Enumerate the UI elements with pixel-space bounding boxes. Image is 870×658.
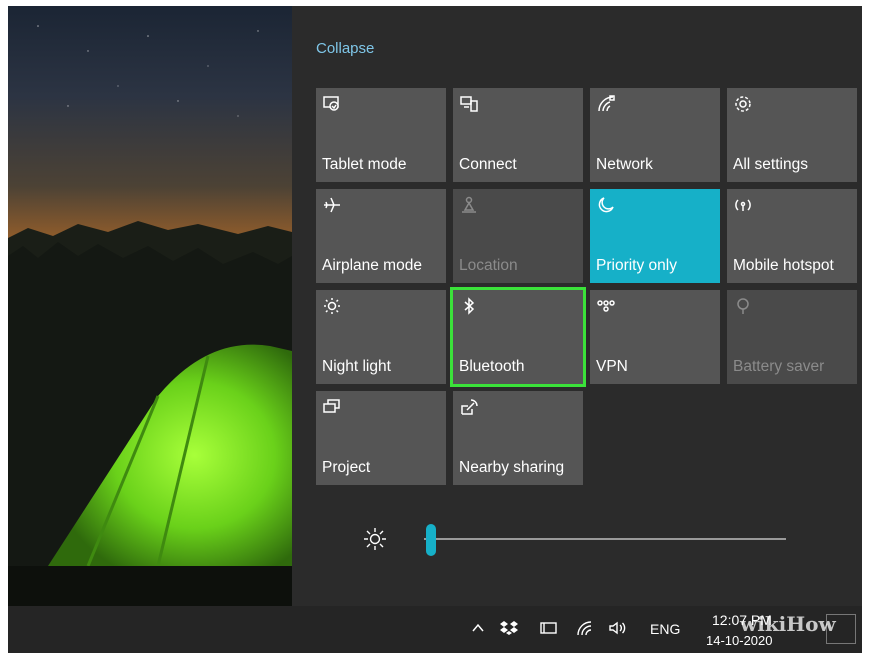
tile-label: Network (596, 156, 653, 173)
brightness-slider-thumb[interactable] (426, 524, 437, 556)
night-light-icon (322, 296, 342, 316)
wifi-icon[interactable] (576, 620, 594, 640)
tile-label: Bluetooth (459, 358, 525, 375)
battery-saver-icon (733, 296, 753, 316)
screenshot-frame: Collapse Tablet mode Connect Network All… (8, 6, 862, 653)
tile-label: Battery saver (733, 358, 825, 375)
tile-label: VPN (596, 358, 628, 375)
tile-airplane-mode[interactable]: Airplane mode (316, 189, 446, 283)
tile-label: Airplane mode (322, 257, 422, 274)
project-icon (322, 397, 342, 417)
connect-icon (459, 94, 479, 114)
tile-project[interactable]: Project (316, 391, 446, 485)
tile-priority-only[interactable]: Priority only (590, 189, 720, 283)
tile-label: Priority only (596, 257, 677, 274)
airplane-icon (322, 195, 342, 215)
moon-icon (596, 195, 616, 215)
language-indicator[interactable]: ENG (650, 620, 680, 638)
tile-nearby-sharing[interactable]: Nearby sharing (453, 391, 583, 485)
tile-mobile-hotspot[interactable]: Mobile hotspot (727, 189, 857, 283)
tile-connect[interactable]: Connect (453, 88, 583, 182)
volume-icon[interactable] (608, 620, 628, 640)
location-icon (459, 195, 479, 215)
tablet-icon[interactable] (540, 620, 558, 640)
gear-icon (733, 94, 753, 114)
nearby-sharing-icon (459, 397, 479, 417)
tablet-mode-icon (322, 94, 342, 114)
tile-label: All settings (733, 156, 808, 173)
tile-all-settings[interactable]: All settings (727, 88, 857, 182)
tile-tablet-mode[interactable]: Tablet mode (316, 88, 446, 182)
tile-label: Tablet mode (322, 156, 407, 173)
tile-label: Night light (322, 358, 391, 375)
tile-label: Project (322, 459, 371, 476)
tile-label: Connect (459, 156, 517, 173)
taskbar: ENG 12:07 PM 14-10-2020 (8, 606, 862, 653)
tile-night-light[interactable]: Night light (316, 290, 446, 384)
tile-label: Mobile hotspot (733, 257, 834, 274)
tile-location[interactable]: Location (453, 189, 583, 283)
tile-vpn[interactable]: VPN (590, 290, 720, 384)
bluetooth-icon (459, 296, 479, 316)
tile-label: Location (459, 257, 518, 274)
wikihow-watermark: wikiHow (740, 612, 836, 636)
dropbox-icon[interactable] (500, 620, 518, 640)
tile-network[interactable]: Network (590, 88, 720, 182)
vpn-icon (596, 296, 616, 316)
brightness-slider-track[interactable] (424, 538, 786, 540)
tile-label: Nearby sharing (459, 459, 565, 476)
tile-battery-saver[interactable]: Battery saver (727, 290, 857, 384)
network-icon (596, 94, 616, 114)
action-center-panel: Collapse Tablet mode Connect Network All… (292, 6, 862, 606)
hotspot-icon (733, 195, 753, 215)
desktop-wallpaper (8, 6, 292, 606)
chevron-up-icon[interactable] (470, 620, 486, 640)
brightness-icon (362, 526, 388, 557)
tile-bluetooth[interactable]: Bluetooth (450, 287, 586, 387)
collapse-link[interactable]: Collapse (316, 40, 374, 57)
